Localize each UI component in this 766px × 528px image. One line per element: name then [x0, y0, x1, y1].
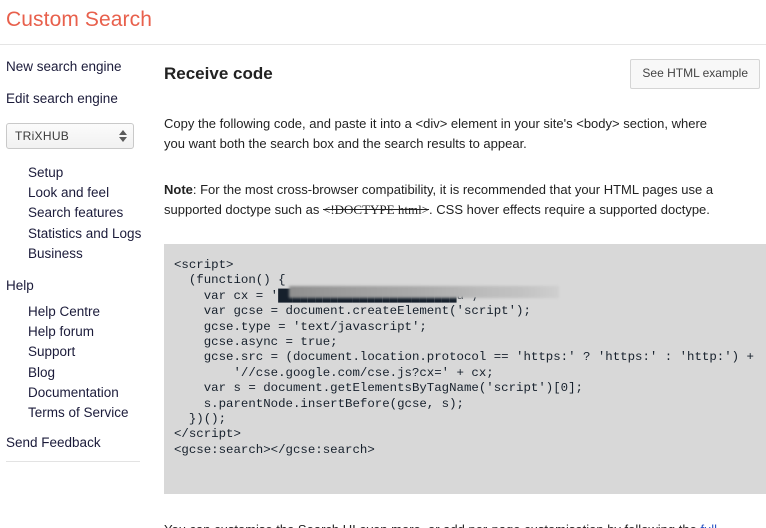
sidebar-item-edit-search-engine[interactable]: Edit search engine	[6, 91, 160, 107]
page-body: New search engine Edit search engine TRi…	[0, 45, 766, 528]
note-paragraph: Note: For the most cross-browser compati…	[164, 180, 744, 219]
engine-select-wrapper: TRiXHUB	[6, 123, 160, 149]
page-title: Receive code	[164, 64, 273, 83]
sidebar-item-blog[interactable]: Blog	[28, 363, 160, 383]
chevron-down-icon	[119, 137, 127, 142]
main-content: Receive code See HTML example Copy the f…	[160, 45, 766, 528]
sidebar-item-documentation[interactable]: Documentation	[28, 383, 160, 403]
sidebar-item-terms-of-service[interactable]: Terms of Service	[28, 403, 160, 423]
sidebar-item-support[interactable]: Support	[28, 342, 160, 362]
note-text-after: . CSS hover effects require a supported …	[429, 201, 710, 217]
sidebar-item-help-centre[interactable]: Help Centre	[28, 302, 160, 322]
sidebar-engine-items: Setup Look and feel Search features Stat…	[6, 163, 160, 264]
sidebar-item-new-search-engine[interactable]: New search engine	[6, 59, 160, 75]
footer-text-before: You can customise the Search UI even mor…	[164, 522, 700, 528]
code-block[interactable]: <script> (function() { var cx = '███████…	[164, 244, 766, 495]
chevron-up-icon	[119, 130, 127, 135]
main-header-row: Receive code See HTML example	[164, 59, 766, 89]
sidebar: New search engine Edit search engine TRi…	[0, 45, 160, 463]
sidebar-help-items: Help Centre Help forum Support Blog Docu…	[6, 302, 160, 423]
engine-select-value: TRiXHUB	[15, 129, 70, 143]
sidebar-group-help: Help Help Centre Help forum Support Blog…	[6, 276, 160, 423]
see-html-example-button[interactable]: See HTML example	[630, 59, 760, 89]
sidebar-item-help-forum[interactable]: Help forum	[28, 322, 160, 342]
sidebar-item-setup[interactable]: Setup	[28, 163, 160, 183]
engine-select[interactable]: TRiXHUB	[6, 123, 134, 149]
sidebar-group-help-title: Help	[6, 278, 34, 294]
sidebar-item-statistics-and-logs[interactable]: Statistics and Logs	[28, 224, 160, 244]
app-title: Custom Search	[6, 8, 153, 31]
intro-paragraph: Copy the following code, and paste it in…	[164, 116, 708, 151]
footer-paragraph: You can customise the Search UI even mor…	[164, 520, 744, 528]
doctype-snippet: <!DOCTYPE html>	[323, 201, 430, 217]
sidebar-item-business[interactable]: Business	[28, 244, 160, 264]
stepper-arrows-icon	[119, 130, 127, 142]
note-label: Note	[164, 182, 193, 197]
sidebar-divider	[6, 461, 140, 463]
sidebar-group-engine: Setup Look and feel Search features Stat…	[6, 163, 160, 264]
app-header: Custom Search	[0, 0, 766, 45]
sidebar-item-search-features[interactable]: Search features	[28, 203, 160, 223]
sidebar-item-look-and-feel[interactable]: Look and feel	[28, 183, 160, 203]
sidebar-item-send-feedback[interactable]: Send Feedback	[6, 433, 160, 453]
redacted-engine-id	[289, 286, 559, 298]
